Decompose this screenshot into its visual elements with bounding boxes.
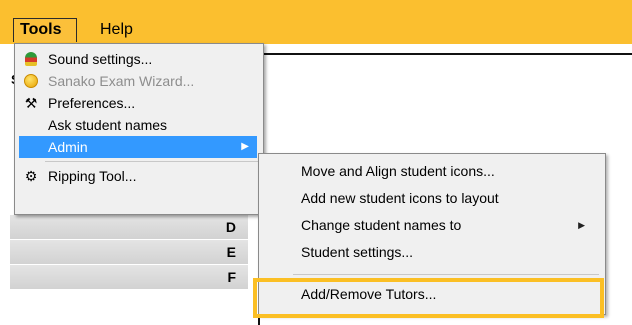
menu-item-label: Sanako Exam Wizard... [48,73,195,89]
submenu-item-label: Change student names to [301,217,462,233]
menu-tools[interactable]: Tools [13,18,77,42]
menu-item-exam-wizard[interactable]: Sanako Exam Wizard... [19,70,257,92]
student-rows: D E F [10,215,248,290]
menu-separator [293,274,599,275]
menu-item-preferences[interactable]: ⚒ Preferences... [19,92,257,114]
student-row[interactable]: E [10,240,248,265]
submenu-item-change-student-names[interactable]: Change student names to ▶ [263,212,599,238]
row-label: E [226,244,236,260]
tools-dropdown-menu: Sound settings... Sanako Exam Wizard... … [14,43,264,215]
background-divider [258,53,632,55]
menu-separator [45,161,259,162]
exam-wizard-icon [23,73,39,89]
tools-icon: ⚒ [24,95,38,111]
menu-item-label: Ripping Tool... [48,168,137,184]
submenu-item-student-settings[interactable]: Student settings... [263,239,599,265]
menu-item-label: Sound settings... [48,51,153,67]
menu-bar: Tools Help [0,0,632,44]
menu-item-label: Ask student names [48,117,168,133]
student-row[interactable]: D [10,215,248,240]
submenu-item-label: Add new student icons to layout [301,190,499,206]
menu-help[interactable]: Help [94,18,144,42]
submenu-item-label: Student settings... [301,244,414,260]
row-label: F [227,269,236,285]
submenu-item-label: Move and Align student icons... [301,163,495,179]
menu-item-sound-settings[interactable]: Sound settings... [19,48,257,70]
speaker-settings-icon [23,51,39,67]
row-label: D [225,219,236,235]
student-row[interactable]: F [10,265,248,290]
submenu-item-move-align[interactable]: Move and Align student icons... [263,158,599,184]
highlight-box [253,278,604,318]
submenu-arrow-icon: ▶ [578,220,585,230]
menu-item-label: Admin [48,139,88,155]
menu-item-ask-student-names[interactable]: Ask student names [19,114,257,136]
menu-item-label: Preferences... [48,95,136,111]
submenu-arrow-icon: ▶ [241,141,249,152]
menu-item-ripping-tool[interactable]: ⚙ Ripping Tool... [19,165,257,187]
submenu-item-add-student-icons[interactable]: Add new student icons to layout [263,185,599,211]
ripping-tool-icon: ⚙ [24,168,38,184]
menu-item-admin[interactable]: Admin ▶ [19,136,257,158]
